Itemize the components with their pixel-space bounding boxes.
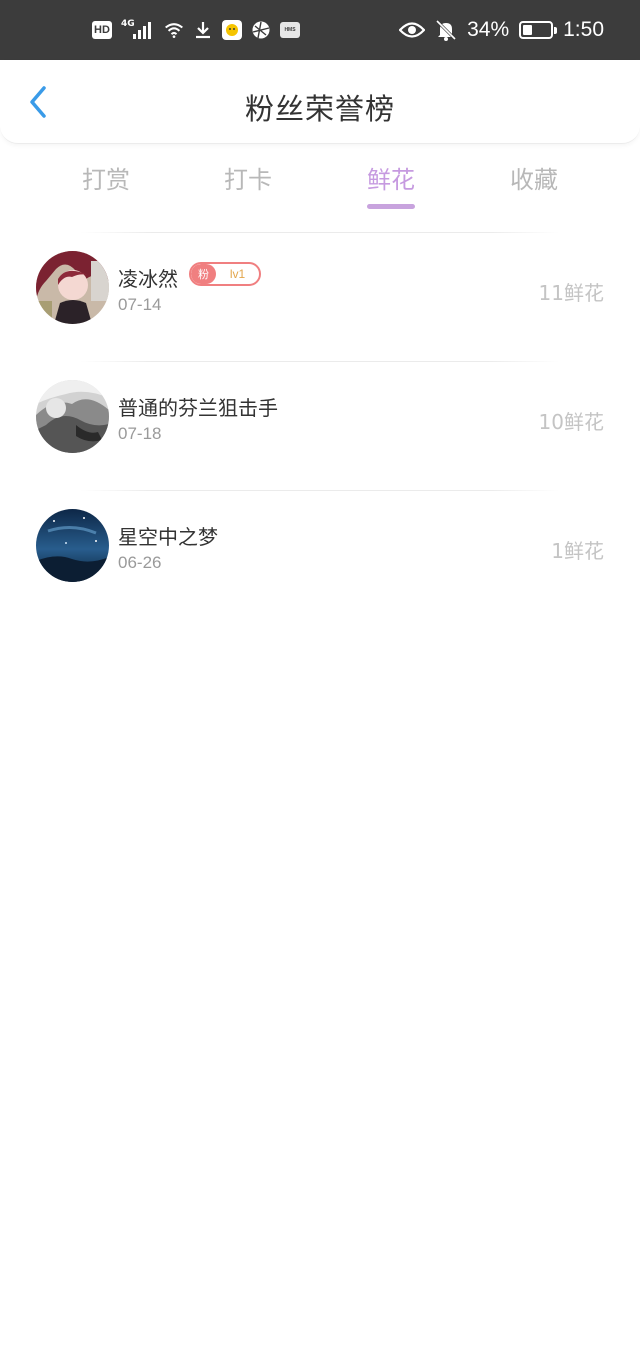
download-icon	[193, 20, 213, 40]
tab-favorites[interactable]: 收藏	[474, 160, 594, 212]
fan-level-badge: 粉 lv1	[189, 262, 261, 286]
app-notification-icon	[222, 20, 242, 40]
page-title: 粉丝荣誉榜	[244, 92, 395, 126]
user-name: 星空中之梦	[118, 525, 218, 549]
flower-count: 11鲜花	[538, 281, 604, 305]
clock: 1:50	[563, 18, 604, 41]
tab-reward[interactable]: 打赏	[46, 160, 166, 212]
status-bar-left: HD 4G HMS	[92, 0, 300, 60]
hd-icon: HD	[92, 21, 112, 39]
tab-flowers[interactable]: 鲜花	[331, 160, 451, 212]
fan-level-label: lv1	[229, 267, 246, 281]
tab-bar: 打赏 打卡 鲜花 收藏	[0, 160, 640, 220]
avatar[interactable]	[36, 251, 109, 324]
tab-label: 打卡	[224, 166, 272, 194]
list-item[interactable]: 凌冰然 粉 lv1 07-14 11鲜花	[0, 233, 640, 361]
tab-label: 鲜花	[367, 166, 415, 194]
hms-icon: HMS	[280, 22, 300, 38]
user-name: 普通的芬兰狙击手	[118, 396, 278, 420]
tab-label: 打赏	[82, 166, 130, 194]
user-name: 凌冰然	[118, 267, 178, 291]
status-bar: HD 4G HMS 34% 1:50	[0, 0, 640, 60]
battery-icon	[519, 21, 558, 39]
flower-count: 10鲜花	[538, 410, 604, 434]
tab-label: 收藏	[510, 166, 558, 194]
battery-percent: 34%	[467, 18, 510, 41]
bell-mute-icon	[435, 19, 457, 41]
list-item[interactable]: 普通的芬兰狙击手 07-18 10鲜花	[0, 362, 640, 490]
signal-icon: 4G	[121, 19, 155, 41]
date: 07-18	[118, 424, 162, 443]
flower-count: 1鲜花	[551, 539, 604, 563]
app-header: 粉丝荣誉榜	[0, 60, 640, 144]
fan-badge-label: 粉	[191, 264, 216, 284]
wifi-icon	[164, 20, 184, 40]
fan-ranking-list: 凌冰然 粉 lv1 07-14 11鲜花 普通的芬兰狙击手 07-18 10鲜花	[0, 232, 640, 619]
avatar[interactable]	[36, 380, 109, 453]
eye-icon	[399, 20, 426, 40]
tab-active-indicator	[367, 204, 415, 209]
avatar[interactable]	[36, 509, 109, 582]
status-bar-right: 34% 1:50	[399, 0, 604, 60]
date: 07-14	[118, 295, 162, 314]
tab-checkin[interactable]: 打卡	[188, 160, 308, 212]
list-item[interactable]: 星空中之梦 06-26 1鲜花	[0, 491, 640, 619]
date: 06-26	[118, 553, 162, 572]
browser-icon	[251, 20, 271, 40]
